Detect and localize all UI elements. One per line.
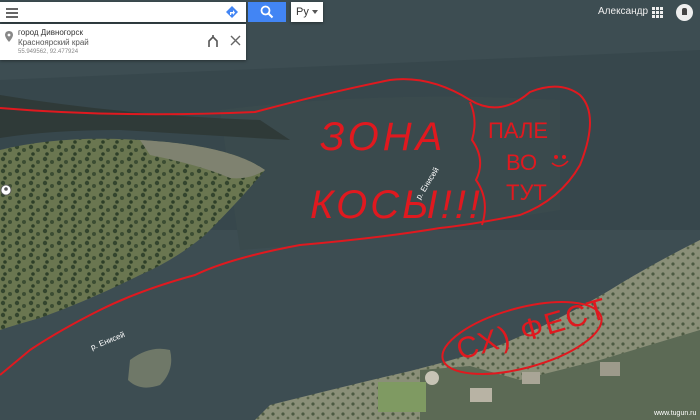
satellite-map[interactable]: ЗОНА КОСЫ!!! ПАЛЕ ВО ТУТ СХ) ФЕСТ р. Ени… [0, 0, 700, 420]
search-input[interactable] [26, 4, 222, 22]
search-icon [260, 5, 274, 19]
annotation-tent-line1: ПАЛЕ [488, 118, 548, 143]
apps-grid-icon[interactable] [652, 7, 663, 18]
sports-field [378, 382, 426, 412]
annotation-zone-line2: КОСЫ!!! [310, 183, 483, 227]
annotation-tent-line3: ТУТ [506, 180, 547, 205]
place-name[interactable]: город Дивногорск [18, 28, 83, 37]
roundabout [425, 371, 439, 385]
building [522, 372, 540, 384]
annotation-tent-line2: ВО [506, 150, 537, 175]
place-region: Красноярский край [18, 38, 89, 47]
search-button[interactable] [248, 2, 286, 22]
building [470, 388, 492, 402]
menu-icon[interactable] [6, 6, 18, 18]
search-box [0, 2, 246, 22]
place-card: город Дивногорск Красноярский край 55.94… [0, 24, 246, 60]
language-label: Ру [296, 6, 309, 18]
place-coordinates: 55.949562, 92.477924 [18, 49, 79, 55]
annotation-zone-line1: ЗОНА [320, 115, 446, 159]
watermark: www.tugun.ru [654, 410, 697, 417]
notifications-icon[interactable] [676, 4, 693, 21]
route-icon[interactable] [206, 34, 220, 48]
map-marker-icon[interactable] [0, 184, 12, 196]
directions-icon[interactable] [222, 4, 242, 20]
language-button[interactable]: Ру [291, 2, 323, 22]
chevron-down-icon [312, 10, 318, 14]
building [600, 362, 620, 376]
location-pin-icon [5, 31, 13, 42]
user-name[interactable]: Александр [598, 6, 648, 17]
close-icon[interactable] [230, 35, 241, 46]
